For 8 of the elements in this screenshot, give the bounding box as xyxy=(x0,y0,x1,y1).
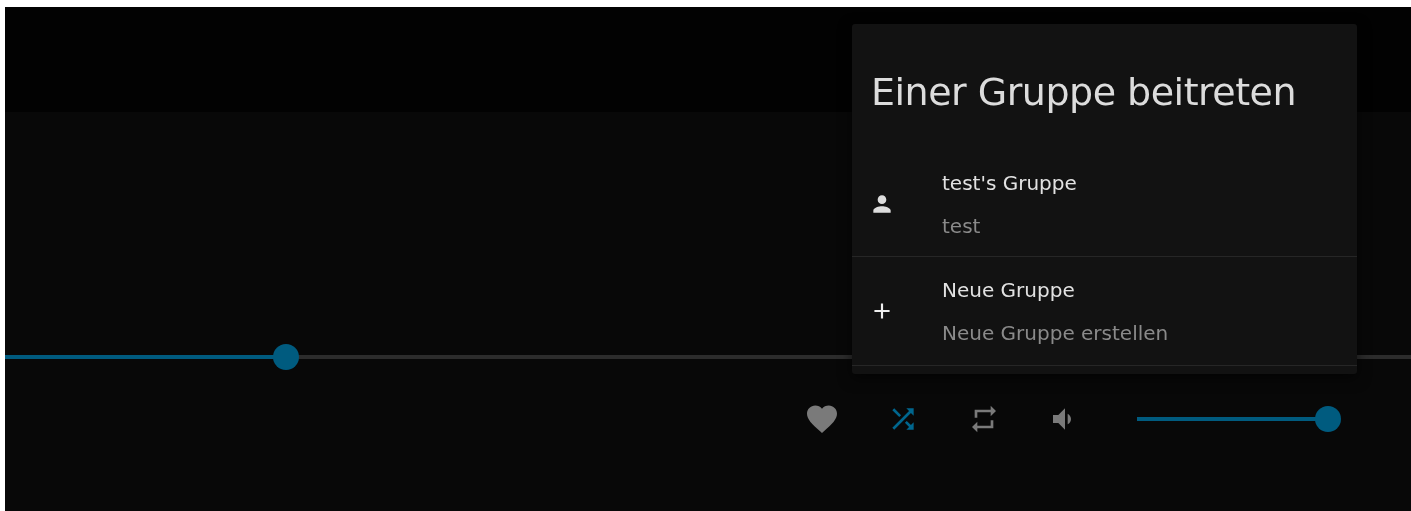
item-title: test's Gruppe xyxy=(942,170,1077,195)
volume-slider[interactable] xyxy=(1137,406,1341,432)
item-subtitle: Neue Gruppe erstellen xyxy=(942,320,1169,345)
dialog-title: Einer Gruppe beitreten xyxy=(870,69,1298,116)
item-title: Neue Gruppe xyxy=(942,277,1076,302)
group-list-item[interactable]: Neue Gruppe Neue Gruppe erstellen xyxy=(852,257,1357,366)
item-subtitle: test xyxy=(942,213,982,238)
group-list-item[interactable]: test's Gruppe test xyxy=(852,152,1357,257)
